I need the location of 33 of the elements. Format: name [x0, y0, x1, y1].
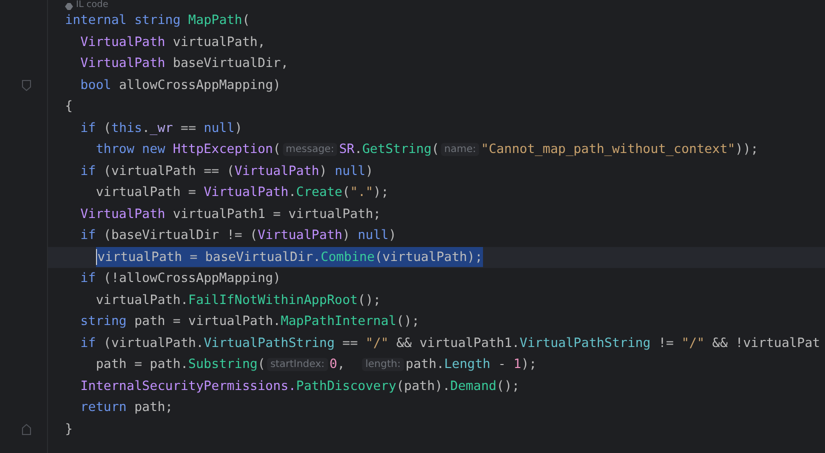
code-text: VirtualPath baseVirtualDir,: [80, 56, 288, 72]
code-lens-label[interactable]: IL code: [76, 1, 108, 10]
code-text: SR.GetString(: [339, 142, 440, 158]
code-text: }: [65, 422, 73, 437]
code-text: path = path.Substring(: [96, 357, 266, 372]
code-text: VirtualPath virtualPath1 = virtualPath;: [80, 206, 381, 222]
code-text: virtualPath.FailIfNotWithinAppRoot();: [96, 292, 381, 308]
code-text: if (virtualPath.VirtualPathString == "/" && virtualPath1.VirtualPathString != "/" && !virtualPat: [80, 336, 820, 351]
code-text: return path;: [80, 400, 173, 416]
code-text: InternalSecurityPermissions.PathDiscovery(path).Demand();: [80, 378, 520, 394]
code-text: if (this._wr == null): [80, 120, 242, 136]
code-text: throw new HttpException(: [96, 142, 281, 158]
fold-icon[interactable]: [22, 424, 31, 435]
code-text: bool allowCrossAppMapping): [80, 78, 281, 93]
text-caret: [96, 249, 98, 266]
code-text: if (!allowCrossAppMapping): [80, 271, 281, 286]
parameter-hint: length:: [362, 358, 404, 372]
code-text: 0,: [330, 357, 346, 372]
code-text: path.Length - 1);: [406, 357, 537, 372]
fold-icon[interactable]: [22, 80, 31, 91]
code-text: "Cannot_map_path_without_context"));: [481, 142, 758, 158]
parameter-hint: startIndex:: [267, 358, 328, 372]
code-text: if (baseVirtualDir != (VirtualPath) null): [80, 228, 396, 244]
code-text: virtualPath = baseVirtualDir.Combine(virtualPath);: [97, 250, 483, 265]
parameter-hint: name:: [441, 143, 479, 156]
code-lens-icon: [65, 3, 73, 10]
code-text: string path = virtualPath.MapPathInternal();: [80, 314, 420, 330]
code-text: VirtualPath virtualPath,: [80, 34, 266, 50]
code-text: if (virtualPath == (VirtualPath) null): [80, 164, 374, 179]
parameter-hint: message:: [282, 143, 338, 156]
code-text: virtualPath = VirtualPath.Create(".");: [96, 185, 389, 200]
code-text: {: [65, 99, 73, 114]
code-text: internal string MapPath(: [65, 13, 250, 28]
